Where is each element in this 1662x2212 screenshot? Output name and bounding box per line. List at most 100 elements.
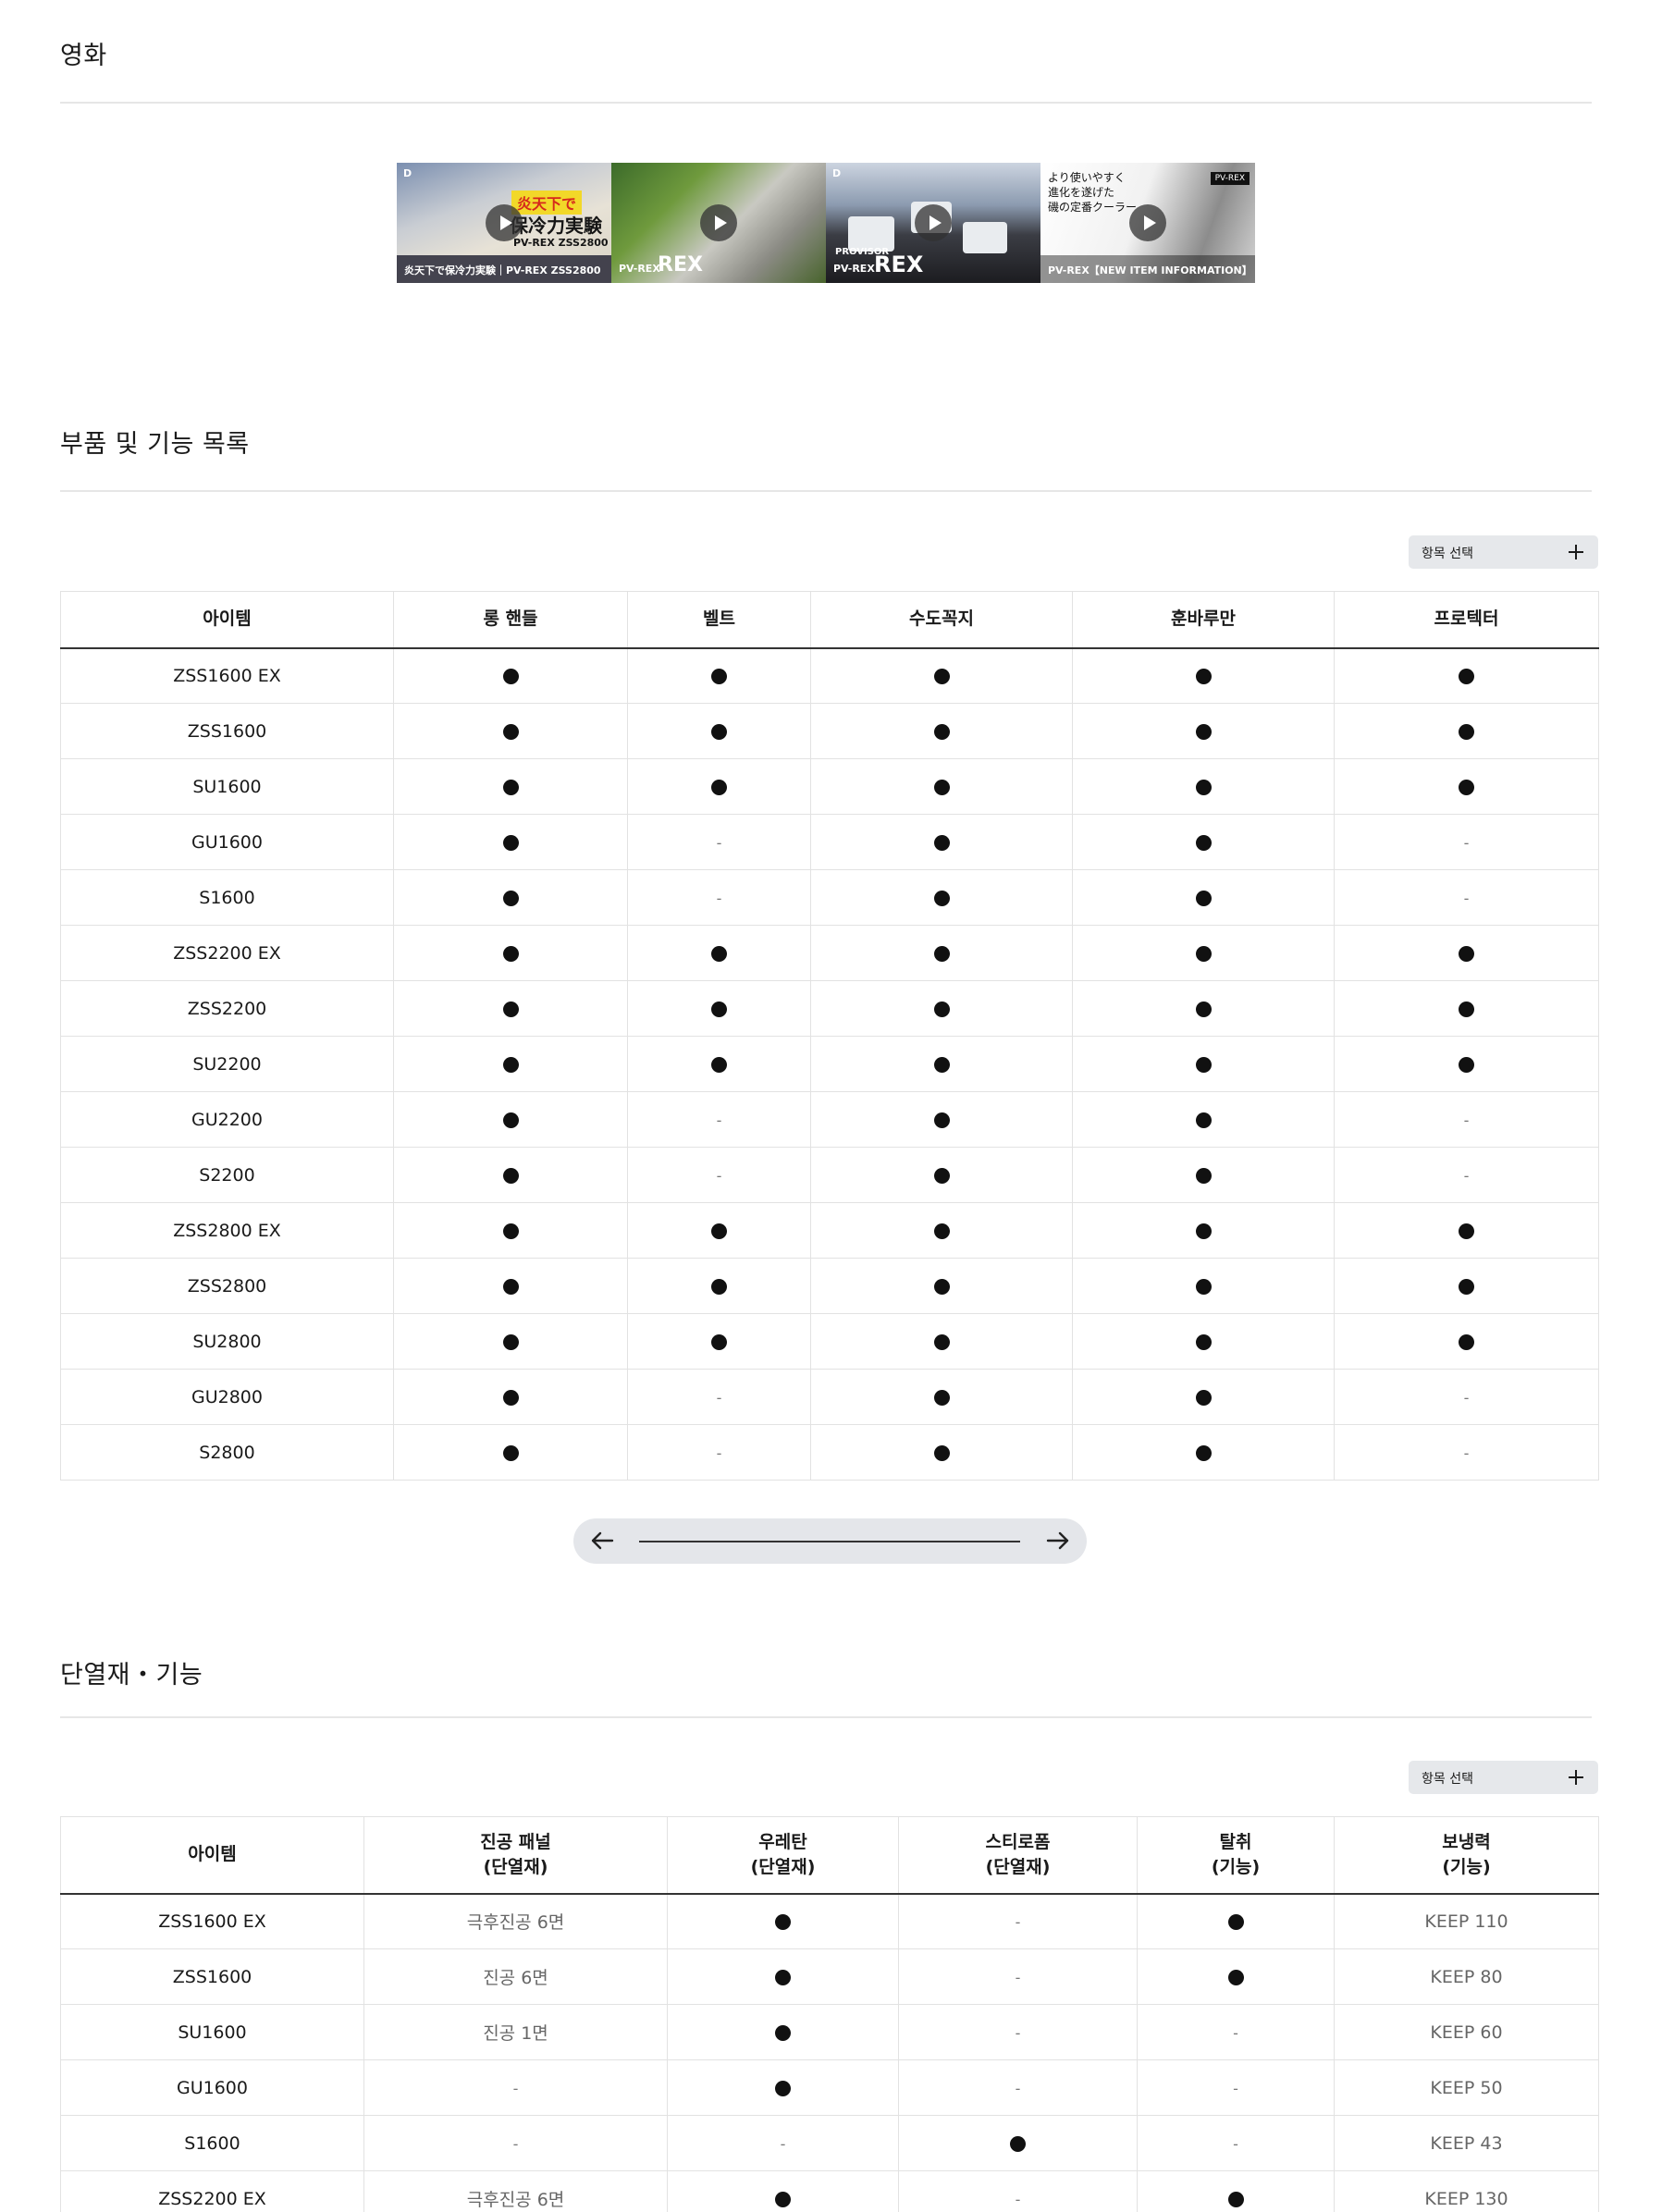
dash-text: - [1015,2079,1021,2097]
video-thumbnail-1[interactable]: D 炎天下で 保冷力実験 PV-REX ZSS2800 炎天下で保冷力実験｜PV… [397,163,611,283]
value-cell: KEEP 43 [1334,2115,1599,2171]
section-divider [60,102,1592,104]
filled-dot-icon [711,668,727,684]
filled-dot-icon [502,890,519,906]
feature-dot-cell [810,814,1073,870]
empty-cell: - [898,2170,1138,2212]
feature-dot-cell [393,1258,628,1314]
dash-text: - [1463,833,1470,852]
filled-dot-icon [1227,2191,1244,2207]
feature-dot-cell [627,980,811,1037]
feature-dot-cell [393,703,628,759]
scroll-thumb[interactable] [639,1541,1020,1542]
empty-cell: - [898,2004,1138,2060]
feature-dot-cell [393,980,628,1037]
feature-dot-cell [810,1424,1073,1481]
filled-dot-icon [1227,1913,1244,1930]
video-caption: 炎天下で保冷力実験｜PV-REX ZSS2800 [397,255,611,283]
play-icon[interactable] [915,204,952,241]
empty-cell: - [1137,2059,1335,2116]
item-name-cell: S2800 [60,1424,394,1481]
item-select-button[interactable]: 항목 선택 [1409,535,1598,569]
daiwa-logo: D [403,167,412,179]
filled-dot-icon [502,1112,519,1128]
filled-dot-icon [1459,723,1474,740]
column-header: 진공 패널 (단열재) [363,1816,668,1895]
filled-dot-icon [775,1969,791,1985]
video-caption: PV-REX【NEW ITEM INFORMATION】 [1040,255,1255,283]
play-icon[interactable] [1129,204,1166,241]
feature-dot-cell [393,1424,628,1481]
empty-cell: - [363,2115,668,2171]
feature-dot-cell [898,2115,1138,2171]
column-header: 스티로폼 (단열재) [898,1816,1138,1895]
feature-dot-cell [1334,1258,1599,1314]
item-name-cell: ZSS1600 EX [60,1893,364,1949]
feature-dot-cell [627,758,811,815]
cooler-image [963,222,1007,253]
empty-cell: - [627,1424,811,1481]
item-name-cell: S1600 [60,869,394,926]
empty-cell: - [1334,1091,1599,1148]
table-row: S1600 - - - KEEP 43 [60,2115,1599,2171]
feature-dot-cell [1137,1948,1335,2005]
filled-dot-icon [1195,1167,1212,1184]
dash-text: - [1233,2079,1238,2097]
table-row: GU1600 - - - KEEP 50 [60,2059,1599,2116]
empty-cell: - [627,869,811,926]
item-select-button[interactable]: 항목 선택 [1409,1761,1598,1794]
table-scroller[interactable] [573,1518,1087,1564]
column-header: 수도꼭지 [810,591,1073,649]
feature-dot-cell [627,1036,811,1092]
filled-dot-icon [933,890,950,906]
feature-dot-cell [1334,1313,1599,1370]
empty-cell: - [363,2059,668,2116]
item-name-cell: SU2200 [60,1036,394,1092]
play-icon[interactable] [700,204,737,241]
dash-text: - [1233,2023,1238,2042]
table-header-row: 아이템 진공 패널 (단열재) 우레탄 (단열재) 스티로폼 (단열재) 탈취 (기능)… [60,1816,1599,1895]
feature-dot-cell [810,647,1073,704]
feature-dot-cell [810,1036,1073,1092]
empty-cell: - [898,1948,1138,2005]
filled-dot-icon [1010,2135,1026,2152]
feature-dot-cell [393,869,628,926]
value-cell: KEEP 50 [1334,2059,1599,2116]
value-cell: 진공 6면 [363,1948,668,2005]
column-header: 아이템 [60,1816,364,1895]
filled-dot-icon [711,723,727,740]
table-row: ZSS2200 EX [60,925,1599,981]
filled-dot-icon [502,779,519,795]
video-headline: REX [874,252,924,277]
feature-dot-cell [627,1202,811,1259]
column-header: 프로텍터 [1334,591,1599,649]
feature-dot-cell [1072,869,1335,926]
table-row: ZSS2800 [60,1258,1599,1314]
dash-text: - [716,889,722,907]
video-thumbnail-4[interactable]: より使いやすく 進化を遂げた 磯の定番クーラー PV-REX PV-REX【NE… [1040,163,1255,283]
filled-dot-icon [933,1389,950,1406]
filled-dot-icon [933,1333,950,1350]
dash-text: - [1463,889,1470,907]
insulation-table: 아이템 진공 패널 (단열재) 우레탄 (단열재) 스티로폼 (단열재) 탈취 (기능)… [60,1816,1599,2212]
video-thumbnail-3[interactable]: D PROVISOR PV-REX REX [826,163,1040,283]
item-name-cell: GU1600 [60,814,394,870]
video-badge: PV-REX [1210,172,1250,185]
video-thumbnail-2[interactable]: PV-REX REX [611,163,826,283]
table-row: ZSS1600 [60,703,1599,759]
item-name-cell: ZSS2200 EX [60,925,394,981]
item-name-cell: GU1600 [60,2059,364,2116]
filled-dot-icon [1459,668,1474,684]
column-header: 보냉력 (기능) [1334,1816,1599,1895]
arrow-right-icon[interactable] [1046,1530,1070,1552]
play-icon[interactable] [486,204,523,241]
arrow-left-icon[interactable] [590,1530,614,1552]
table-row: S2800 - - [60,1424,1599,1481]
feature-dot-cell [627,1258,811,1314]
feature-dot-cell [1334,703,1599,759]
filled-dot-icon [1195,1223,1212,1239]
feature-dot-cell [1072,1369,1335,1425]
filled-dot-icon [775,1913,791,1930]
video-headline: より使いやすく 進化を遂げた 磯の定番クーラー [1048,171,1138,214]
item-name-cell: ZSS2800 [60,1258,394,1314]
